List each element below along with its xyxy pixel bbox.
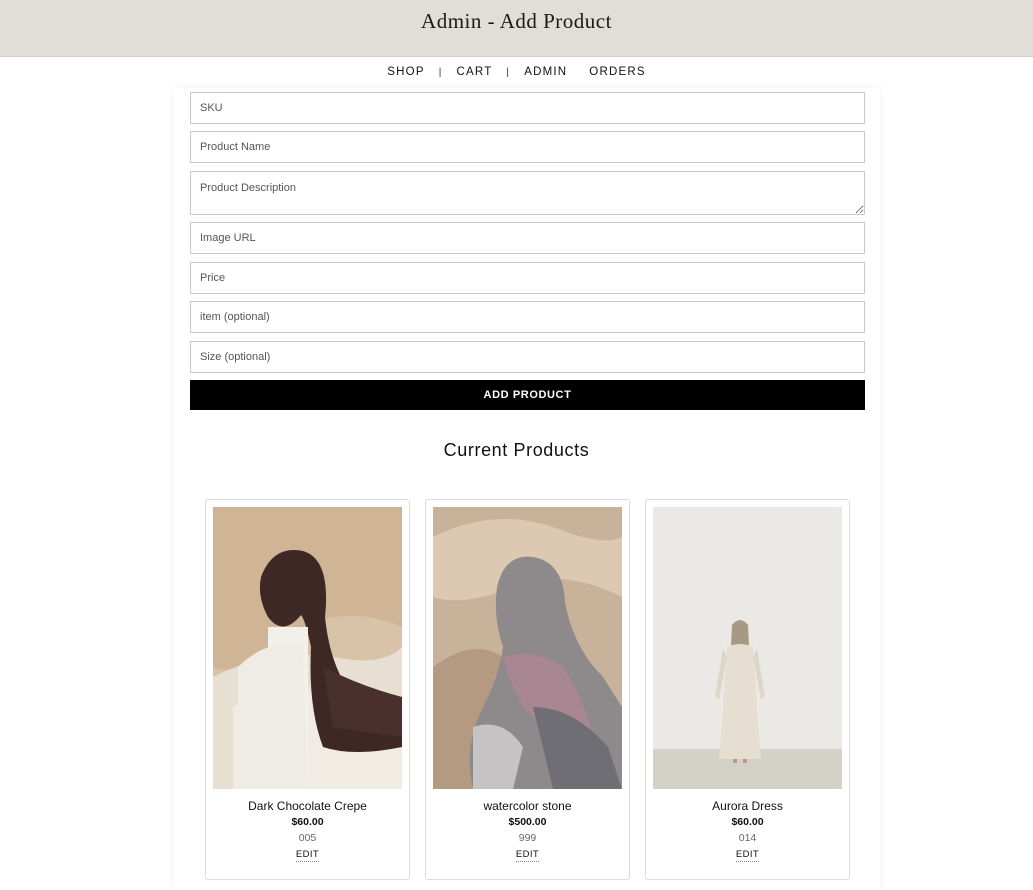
edit-product-button[interactable]: EDIT [735, 849, 760, 862]
edit-product-button[interactable]: EDIT [515, 849, 540, 862]
product-image [213, 507, 402, 789]
product-price: $500.00 [508, 816, 547, 828]
nav-orders-link[interactable]: ORDERS [589, 66, 645, 78]
product-image [653, 507, 842, 789]
product-sku: 014 [738, 832, 757, 844]
nav-admin-link[interactable]: ADMIN [524, 66, 567, 78]
sku-input[interactable] [190, 92, 865, 124]
product-name: Aurora Dress [712, 799, 783, 813]
product-sku: 005 [298, 832, 317, 844]
nav-separator: | [438, 66, 443, 78]
product-card: watercolor stone $500.00 999 EDIT [425, 499, 630, 880]
item-input[interactable] [190, 301, 865, 333]
nav-shop-link[interactable]: SHOP [387, 66, 424, 78]
product-card: Aurora Dress $60.00 014 EDIT [645, 499, 850, 880]
product-name: watercolor stone [483, 799, 572, 813]
page-title: Admin - Add Product [421, 9, 612, 33]
product-name: Dark Chocolate Crepe [248, 799, 367, 813]
product-card: Dark Chocolate Crepe $60.00 005 EDIT [205, 499, 410, 880]
edit-product-button[interactable]: EDIT [295, 849, 320, 862]
product-name-input[interactable] [190, 131, 865, 163]
nav-separator: | [506, 66, 511, 78]
nav-cart-link[interactable]: CART [457, 66, 493, 78]
product-description-textarea[interactable] [190, 171, 865, 215]
top-nav: SHOP | CART | ADMIN ORDERS [0, 64, 1033, 80]
edit-link: EDIT [646, 849, 849, 862]
product-image [433, 507, 622, 789]
edit-link: EDIT [426, 849, 629, 862]
current-products-heading: Current Products [443, 440, 590, 460]
add-product-button[interactable]: ADD PRODUCT [190, 380, 865, 410]
product-price: $60.00 [731, 816, 764, 828]
page-header: Admin - Add Product [0, 0, 1033, 57]
size-input[interactable] [190, 341, 865, 373]
image-url-input[interactable] [190, 222, 865, 254]
edit-link: EDIT [206, 849, 409, 862]
product-sku: 999 [518, 832, 537, 844]
price-input[interactable] [190, 262, 865, 294]
product-price: $60.00 [291, 816, 324, 828]
